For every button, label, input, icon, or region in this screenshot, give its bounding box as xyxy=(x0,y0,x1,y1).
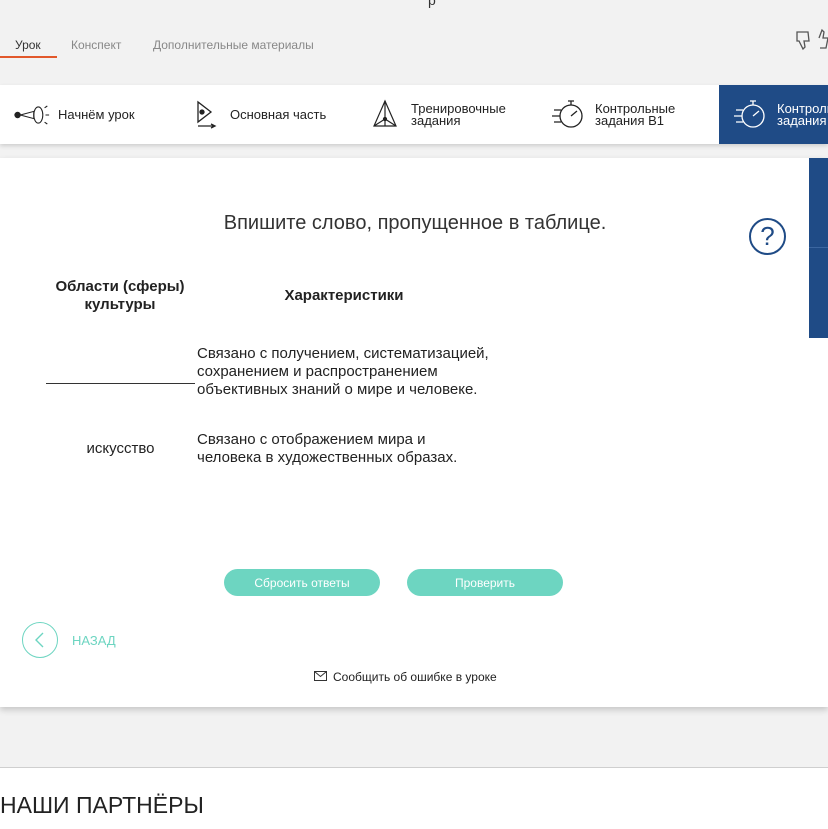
top-tabs: р Урок Конспект Дополнительные материалы xyxy=(0,0,828,62)
tab-summary[interactable]: Конспект xyxy=(71,38,121,52)
page-title-cut: р xyxy=(428,0,436,8)
pyramid-icon xyxy=(367,97,403,133)
tab-additional-materials[interactable]: Дополнительные материалы xyxy=(153,38,314,52)
active-tab-underline xyxy=(0,56,57,58)
envelope-icon xyxy=(314,670,327,684)
reset-answers-button[interactable]: Сбросить ответы xyxy=(224,569,380,596)
stopwatch-icon xyxy=(551,97,587,133)
row1-characteristic: Связано с получением, систематизацией, с… xyxy=(197,345,489,398)
task-card: Впишите слово, пропущенное в таблице. ? … xyxy=(0,158,828,707)
nav-label: Основная часть xyxy=(230,106,327,122)
like-icon[interactable] xyxy=(818,28,828,49)
row2-term: искусство xyxy=(86,440,155,457)
nav-label-line2: задания xyxy=(411,112,461,128)
rating-icons xyxy=(794,28,828,61)
nav-control-tasks-active[interactable]: Контрольнзадания xyxy=(719,85,828,144)
chevron-left-icon xyxy=(22,622,58,658)
column-header-characteristics: Характеристики xyxy=(284,287,404,304)
back-button[interactable]: НАЗАД xyxy=(22,622,116,658)
report-label: Сообщить об ошибке в уроке xyxy=(333,670,497,684)
nav-label-line2: задания xyxy=(777,112,827,128)
row2-characteristic: Связано с отображением мира и человека в… xyxy=(197,431,458,466)
answer-blank-input[interactable] xyxy=(46,383,195,384)
check-button[interactable]: Проверить xyxy=(407,569,563,596)
play-icon xyxy=(186,97,222,133)
side-panel-tab[interactable] xyxy=(809,158,828,338)
lesson-navigation: Начнём урок Основная часть Тренировочные… xyxy=(0,85,828,144)
dislike-icon[interactable] xyxy=(796,31,810,51)
task-question: Впишите слово, пропущенное в таблице. xyxy=(223,212,607,234)
nav-training-tasks[interactable]: Тренировочные задания xyxy=(367,85,506,144)
stopwatch-icon xyxy=(733,97,769,133)
nav-label-line2: задания В1 xyxy=(595,112,664,128)
nav-start-lesson[interactable]: Начнём урок xyxy=(14,85,135,144)
column-header-areas: Области (сферы) культуры xyxy=(55,278,185,313)
partners-heading: НАШИ ПАРТНЁРЫ xyxy=(0,792,204,818)
megaphone-icon xyxy=(14,97,50,133)
nav-main-part[interactable]: Основная часть xyxy=(186,85,326,144)
nav-label: Начнём урок xyxy=(58,106,135,122)
report-error-link[interactable]: Сообщить об ошибке в уроке xyxy=(314,670,497,684)
help-button[interactable]: ? xyxy=(749,218,786,255)
nav-control-tasks-b1[interactable]: Контрольные задания В1 xyxy=(551,85,675,144)
back-label: НАЗАД xyxy=(72,632,116,648)
tab-lesson[interactable]: Урок xyxy=(15,38,41,52)
